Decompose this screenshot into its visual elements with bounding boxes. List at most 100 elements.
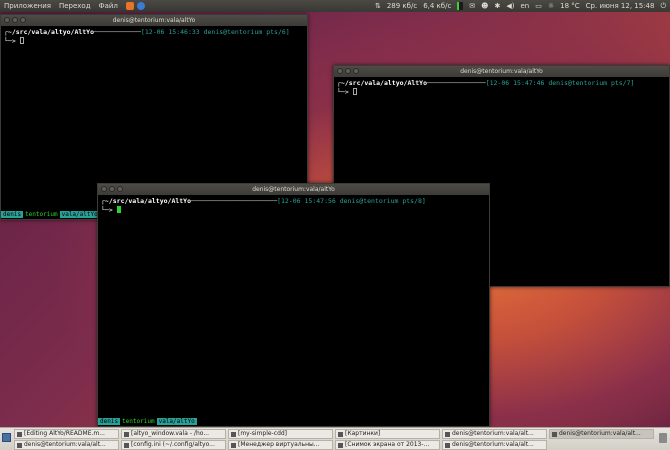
status-path: vala/altYo [59, 211, 100, 218]
terminal-icon [552, 431, 557, 437]
app-icon [17, 431, 22, 437]
net-up: 6,4 кб/с [423, 2, 452, 10]
prompt-path: ┌~/src/vala/altyo/AltYo [337, 79, 428, 87]
net-down: 289 кб/с [386, 2, 418, 10]
prompt-meta: [12-06 15:46:33 denis@tentorium pts/6] [140, 28, 290, 36]
menu-system[interactable]: Файл [95, 2, 122, 10]
task-button[interactable]: [Снимок экрана от 2013-... [335, 440, 440, 450]
close-icon[interactable] [337, 68, 343, 74]
task-label: [Editing AltYo/README.m... [24, 430, 105, 437]
maximize-icon[interactable] [353, 68, 359, 74]
task-button[interactable]: [altyo_window.vala - /ho... [121, 429, 226, 439]
minimize-icon[interactable] [12, 17, 18, 23]
temperature[interactable]: 18 °C [560, 2, 580, 10]
app-icon [124, 442, 129, 448]
close-icon[interactable] [4, 17, 10, 23]
prompt-arrow: └─> [101, 206, 117, 214]
minimize-icon[interactable] [109, 186, 115, 192]
app-icon [124, 431, 129, 437]
window-list: [Editing AltYo/README.m... [altyo_window… [14, 429, 654, 450]
task-label: [config.ini (~/.config/altyo... [131, 441, 215, 448]
window-titlebar[interactable]: denis@tentorium:vala/altYo [98, 184, 489, 195]
window-title: denis@tentorium:vala/altYo [112, 17, 196, 24]
task-label: denis@tentorium:vala/alt... [559, 430, 641, 437]
maximize-icon[interactable] [117, 186, 123, 192]
volume-icon[interactable]: ◀) [506, 2, 514, 10]
trash-icon[interactable] [659, 433, 667, 443]
task-label: [Снимок экрана от 2013-... [345, 441, 430, 448]
prompt-rule: ─────────────── [427, 79, 486, 87]
task-button[interactable]: [my-simple-cdd] [228, 429, 333, 439]
keyboard-layout[interactable]: en [520, 2, 529, 10]
status-user: denis [1, 211, 24, 218]
task-label: [Картинки] [345, 430, 381, 437]
prompt-path: ┌~/src/vala/altyo/AltYo [101, 197, 192, 205]
app-icon [231, 442, 236, 448]
window-title: denis@tentorium:vala/altYo [252, 186, 335, 193]
status-host: tentorium [122, 418, 155, 425]
app-icon [231, 431, 236, 437]
task-label: denis@tentorium:vala/alt... [452, 430, 534, 437]
terminal-content[interactable]: ┌~/src/vala/altyo/AltYo───────────────[1… [334, 77, 669, 99]
folder-icon [338, 431, 343, 437]
task-button[interactable]: [Картинки] [335, 429, 440, 439]
window-titlebar[interactable]: denis@tentorium:vala/altYo [334, 66, 669, 77]
status-path: vala/altYo [156, 418, 197, 425]
task-label: [my-simple-cdd] [238, 430, 288, 437]
show-desktop-icon[interactable] [2, 433, 11, 442]
terminal-content[interactable]: ┌~/src/vala/altyo/AltYo─────────────────… [98, 195, 489, 217]
prompt-path: ┌~/src/vala/altyo/AltYo [4, 28, 95, 36]
close-icon[interactable] [101, 186, 107, 192]
firefox-icon[interactable] [125, 2, 134, 10]
cpu-graph-icon[interactable] [457, 2, 464, 10]
system-tray: ⇅ 289 кб/с 6,4 кб/с ✉ ☻ ✱ ◀) en ▭ ☼ 18 °… [375, 2, 670, 11]
mail-icon[interactable]: ✉ [469, 2, 475, 10]
window-titlebar[interactable]: denis@tentorium:vala/altYo [1, 15, 307, 26]
terminal-icon [445, 431, 450, 437]
text-cursor [19, 37, 24, 44]
clock[interactable]: Ср. июня 12, 15:48 [586, 2, 655, 10]
task-button[interactable]: denis@tentorium:vala/alt... [442, 429, 547, 439]
chat-icon[interactable]: ☻ [481, 2, 488, 10]
power-icon[interactable]: ⏻ [660, 2, 666, 11]
help-icon[interactable] [136, 2, 145, 10]
prompt-arrow: └─> [4, 37, 20, 45]
prompt-rule: ──────────── [94, 28, 141, 36]
bluetooth-icon[interactable]: ✱ [494, 2, 500, 10]
network-icon[interactable]: ⇅ [375, 2, 381, 10]
task-button[interactable]: denis@tentorium:vala/alt... [549, 429, 654, 439]
prompt-meta: [12-06 15:47:56 denis@tentorium pts/8] [277, 197, 426, 205]
text-cursor [352, 88, 357, 95]
battery-icon[interactable]: ▭ [535, 2, 542, 10]
task-button[interactable]: denis@tentorium:vala/alt... [14, 440, 119, 450]
task-label: [altyo_window.vala - /ho... [131, 430, 210, 437]
status-user: denis [98, 418, 121, 425]
status-host: tentorium [25, 211, 58, 218]
launcher-icons [125, 2, 145, 10]
app-icon [338, 442, 343, 448]
tmux-statusbar: denis tentorium vala/altYo [98, 418, 489, 426]
top-panel: Приложения Переход Файл ⇅ 289 кб/с 6,4 к… [0, 0, 670, 12]
weather-icon[interactable]: ☼ [548, 2, 554, 10]
task-button[interactable]: [Editing AltYo/README.m... [14, 429, 119, 439]
task-label: denis@tentorium:vala/alt... [452, 441, 534, 448]
terminal-icon [17, 442, 22, 448]
maximize-icon[interactable] [20, 17, 26, 23]
window-title: denis@tentorium:vala/altYo [460, 68, 543, 75]
task-label: denis@tentorium:vala/alt... [24, 441, 106, 448]
terminal-window-3[interactable]: denis@tentorium:vala/altYo ┌~/src/vala/a… [97, 183, 490, 427]
prompt-rule: ────────────────────── [191, 197, 278, 205]
menu-places[interactable]: Переход [55, 2, 95, 10]
prompt-meta: [12-06 15:47:46 denis@tentorium pts/7] [485, 79, 635, 87]
task-label: [Менеджер виртуальны... [238, 441, 320, 448]
terminal-icon [445, 442, 450, 448]
bottom-panel: [Editing AltYo/README.m... [altyo_window… [0, 427, 670, 450]
menu-applications[interactable]: Приложения [0, 2, 55, 10]
task-button[interactable]: [Менеджер виртуальны... [228, 440, 333, 450]
prompt-arrow: └─> [337, 88, 353, 96]
task-button[interactable]: [config.ini (~/.config/altyo... [121, 440, 226, 450]
text-cursor [116, 206, 121, 213]
minimize-icon[interactable] [345, 68, 351, 74]
task-button[interactable]: denis@tentorium:vala/alt... [442, 440, 547, 450]
terminal-content[interactable]: ┌~/src/vala/altyo/AltYo────────────[12-0… [1, 26, 307, 48]
